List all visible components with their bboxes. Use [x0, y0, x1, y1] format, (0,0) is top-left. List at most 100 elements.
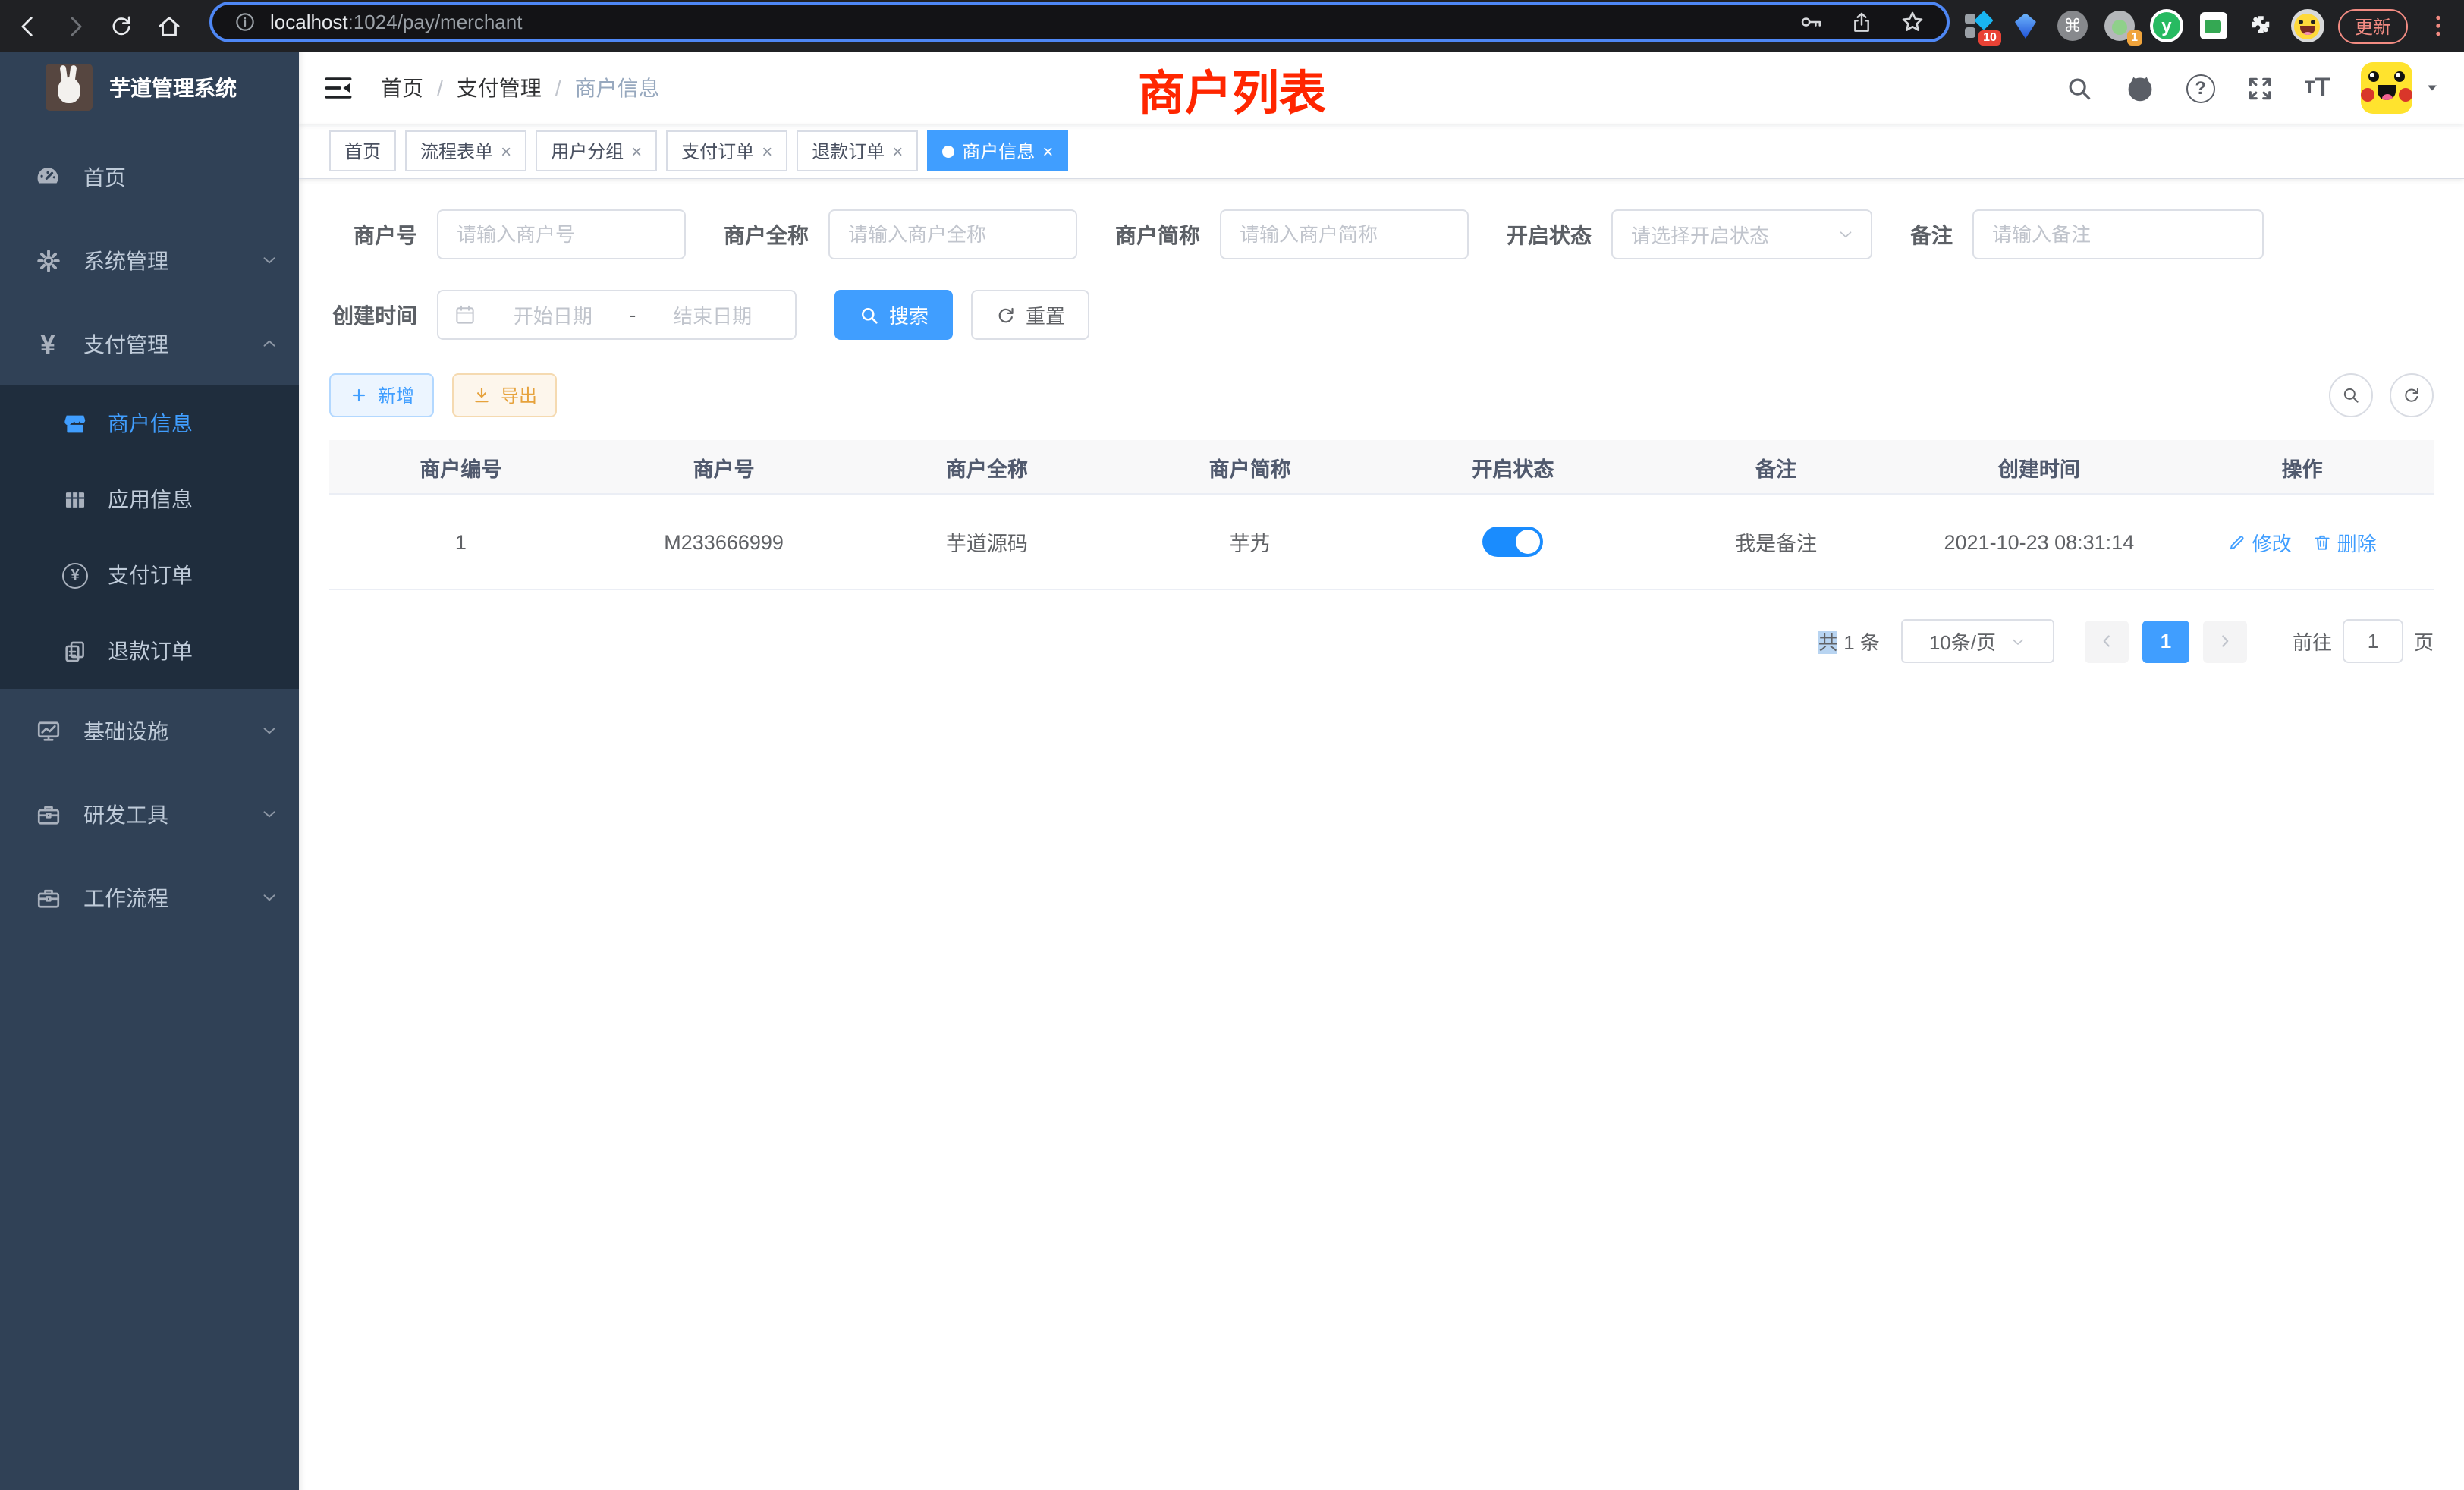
browser-menu-icon[interactable]: [2422, 9, 2455, 42]
goto-page-input[interactable]: [2343, 619, 2403, 663]
github-icon[interactable]: [2124, 72, 2156, 104]
breadcrumb-payment[interactable]: 支付管理: [457, 73, 542, 103]
short-name-label: 商户简称: [1115, 219, 1200, 250]
tab-pay-order[interactable]: 支付订单×: [666, 130, 787, 171]
browser-reload-button[interactable]: [102, 6, 141, 46]
chevron-down-icon: [259, 804, 279, 824]
sidebar-item-workflow[interactable]: 工作流程: [0, 856, 299, 939]
refresh-table-button[interactable]: [2390, 373, 2434, 417]
goto-label: 前往: [2293, 627, 2332, 655]
sidebar-item-pay-order[interactable]: ¥ 支付订单: [0, 537, 299, 613]
site-info-icon[interactable]: [234, 11, 256, 33]
docs-question-icon[interactable]: ?: [2186, 74, 2215, 102]
close-icon[interactable]: ×: [501, 140, 511, 162]
app-logo: [46, 64, 93, 111]
tab-home[interactable]: 首页: [329, 130, 396, 171]
next-page-button[interactable]: [2203, 620, 2247, 662]
table-header: 商户编号 商户号 商户全称 商户简称 开启状态 备注 创建时间 操作: [329, 440, 2434, 495]
extensions-puzzle-icon[interactable]: [2244, 9, 2277, 42]
profile-extension-icon[interactable]: 1: [2103, 9, 2136, 42]
page-unit-label: 页: [2414, 627, 2434, 655]
tab-manager-extension-icon[interactable]: 10: [1962, 9, 1995, 42]
page-size-select[interactable]: 10条/页: [1901, 619, 2054, 663]
status-toggle[interactable]: [1482, 527, 1543, 557]
close-icon[interactable]: ×: [631, 140, 642, 162]
command-extension-icon[interactable]: ⌘: [2056, 9, 2089, 42]
fullscreen-icon[interactable]: [2246, 74, 2274, 102]
toolbox-icon: [33, 800, 62, 828]
user-avatar-menu[interactable]: [2361, 62, 2441, 114]
browser-back-button[interactable]: [8, 6, 47, 46]
sidebar-item-merchant-info[interactable]: 商户信息: [0, 385, 299, 461]
tab-user-group[interactable]: 用户分组×: [536, 130, 657, 171]
reset-button[interactable]: 重置: [971, 290, 1089, 340]
full-name-input[interactable]: [828, 209, 1077, 259]
sidebar-item-home[interactable]: 首页: [0, 135, 299, 218]
caret-down-icon: [2423, 79, 2441, 97]
font-size-icon[interactable]: TT: [2305, 73, 2330, 103]
remark-label: 备注: [1910, 219, 1953, 250]
browser-home-button[interactable]: [149, 6, 188, 46]
yudao-extension-icon[interactable]: y: [2150, 9, 2183, 42]
merchant-no-input[interactable]: [437, 209, 686, 259]
gem-extension-icon[interactable]: [2009, 9, 2042, 42]
gear-icon: [33, 246, 62, 275]
dashboard-icon: [33, 162, 62, 191]
chat-extension-icon[interactable]: [2197, 9, 2230, 42]
url-text: localhost:1024/pay/merchant: [270, 11, 522, 33]
chevron-down-icon: [259, 721, 279, 740]
status-select[interactable]: 请选择开启状态: [1611, 209, 1872, 259]
header-search-icon[interactable]: [2065, 74, 2094, 102]
sidebar: 芋道管理系统 首页 系统管理 ¥ 支付管理 商户信息: [0, 52, 299, 1490]
yen-circle-icon: ¥: [62, 562, 88, 588]
monitor-icon: [33, 716, 62, 745]
add-button[interactable]: 新增: [329, 373, 434, 417]
sidebar-item-payment[interactable]: ¥ 支付管理: [0, 302, 299, 385]
create-time-range-picker[interactable]: 开始日期 - 结束日期: [437, 290, 797, 340]
show-search-toggle-button[interactable]: [2329, 373, 2373, 417]
page-number-1[interactable]: 1: [2142, 620, 2189, 662]
total-count: 共 1 条: [1818, 627, 1880, 655]
browser-profile-avatar[interactable]: [2291, 9, 2324, 42]
sidebar-menu: 首页 系统管理 ¥ 支付管理 商户信息 应用信息: [0, 135, 299, 939]
browser-update-button[interactable]: 更新: [2338, 8, 2408, 43]
app-logo-row[interactable]: 芋道管理系统: [0, 52, 299, 123]
close-icon[interactable]: ×: [1042, 140, 1053, 162]
remark-input[interactable]: [1972, 209, 2264, 259]
browser-forward-button[interactable]: [55, 6, 94, 46]
pagination: 共 1 条 10条/页 1 前往 页: [329, 619, 2434, 663]
close-icon[interactable]: ×: [892, 140, 903, 162]
password-key-icon[interactable]: [1798, 9, 1824, 35]
sidebar-collapse-icon[interactable]: [322, 71, 355, 105]
calendar-icon: [454, 303, 476, 326]
sidebar-item-infra[interactable]: 基础设施: [0, 689, 299, 772]
cell-short-name: 芋艿: [1118, 527, 1381, 557]
chevron-down-icon: [259, 888, 279, 907]
share-icon[interactable]: [1850, 10, 1874, 34]
edit-link[interactable]: 修改: [2228, 527, 2292, 556]
top-navbar: 首页 / 支付管理 / 商户信息 ? TT: [299, 52, 2464, 124]
cell-create-time: 2021-10-23 08:31:14: [1908, 530, 2171, 553]
close-icon[interactable]: ×: [762, 140, 772, 162]
sidebar-item-refund-order[interactable]: 退款订单: [0, 613, 299, 689]
grid-icon: [62, 486, 88, 512]
short-name-input[interactable]: [1220, 209, 1469, 259]
cell-id: 1: [329, 530, 592, 553]
export-button[interactable]: 导出: [452, 373, 557, 417]
tab-merchant-info[interactable]: 商户信息×: [927, 130, 1068, 171]
bookmark-star-icon[interactable]: [1900, 9, 1925, 35]
sidebar-item-system[interactable]: 系统管理: [0, 218, 299, 302]
address-bar[interactable]: localhost:1024/pay/merchant: [209, 2, 1950, 42]
tab-refund-order[interactable]: 退款订单×: [797, 130, 918, 171]
breadcrumb-home[interactable]: 首页: [381, 73, 423, 103]
sidebar-item-app-info[interactable]: 应用信息: [0, 461, 299, 537]
delete-link[interactable]: 删除: [2313, 527, 2377, 556]
sidebar-item-dev-tools[interactable]: 研发工具: [0, 772, 299, 856]
prev-page-button[interactable]: [2085, 620, 2129, 662]
extensions-area: 10 ⌘ 1 y 更新: [1962, 0, 2455, 52]
browser-toolbar: localhost:1024/pay/merchant 10 ⌘ 1 y: [0, 0, 2464, 52]
navbar-actions: ? TT: [2065, 62, 2441, 114]
search-button[interactable]: 搜索: [834, 290, 953, 340]
filter-row-2: 创建时间 开始日期 - 结束日期 搜索 重置: [329, 290, 2434, 340]
tab-process-form[interactable]: 流程表单×: [405, 130, 526, 171]
